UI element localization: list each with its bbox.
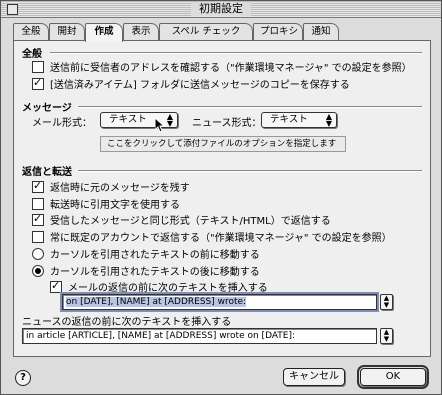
news-insert-label: ニュースの返信の前に次のテキストを挿入する [22, 317, 232, 328]
close-box[interactable] [7, 4, 18, 15]
checkbox[interactable] [32, 212, 44, 226]
option-keep-original[interactable]: 返信時に元のメッセージを残す [32, 179, 190, 194]
checkbox[interactable] [32, 230, 44, 243]
attachment-options-button[interactable]: ここをクリックして添付ファイルのオプションを指定します [100, 136, 346, 152]
tab-notification[interactable]: 通知 [303, 23, 339, 40]
cancel-button[interactable]: キャンセル [283, 368, 345, 386]
help-button[interactable]: ? [15, 370, 31, 386]
news-format-popup[interactable]: テキスト ▲ ▼ [261, 112, 337, 128]
option-label: 常に既定のアカウントで返信する（"作業環境マネージャ" での設定を参照） [50, 233, 392, 244]
radio-cursor-after[interactable]: カーソルを引用されたテキストの後に移動する [32, 263, 260, 278]
option-default-account[interactable]: 常に既定のアカウントで返信する（"作業環境マネージャ" での設定を参照） [32, 229, 392, 244]
checkbox[interactable] [50, 279, 62, 293]
tab-spell-check[interactable]: スペル チェック [159, 23, 253, 40]
tab-compose[interactable]: 作成 [85, 23, 123, 42]
tab-proxy[interactable]: プロキシ [253, 23, 303, 40]
ok-button[interactable]: OK [357, 365, 429, 389]
mail-reply-header-input[interactable]: on [DATE], [NAME] at [ADDRESS] wrote: [60, 292, 379, 312]
option-insert-mail-text[interactable]: メールの返信の前に次のテキストを挿入する [50, 279, 268, 294]
mail-reply-header-menu[interactable]: ▲ ▼ [380, 294, 393, 310]
option-label: 送信前に受信者のアドレスを確認する（"作業環境マネージャ" での設定を参照） [50, 63, 412, 74]
option-label: メールの返信の前に次のテキストを挿入する [68, 283, 268, 294]
news-reply-header-input[interactable]: in article [ARTICLE], [NAME] at [ADDRESS… [22, 328, 377, 344]
option-save-sent-copy[interactable]: [送信済みアイテム] フォルダに送信メッセージのコピーを保存する [32, 76, 350, 91]
mail-reply-header-text: on [DATE], [NAME] at [ADDRESS] wrote: [66, 297, 247, 307]
news-reply-header-text: in article [ARTICLE], [NAME] at [ADDRESS… [26, 331, 296, 341]
message-section-title: メッセージ [22, 103, 72, 114]
popup-arrows-icon: ▲ ▼ [166, 112, 173, 128]
compose-panel: 全般 送信前に受信者のアドレスを確認する（"作業環境マネージャ" での設定を参照… [13, 40, 431, 357]
option-label: [送信済みアイテム] フォルダに送信メッセージのコピーを保存する [50, 80, 350, 91]
checkbox[interactable] [32, 60, 44, 73]
radio-label: カーソルを引用されたテキストの前に移動する [50, 250, 260, 261]
mail-format-label: メール形式： [32, 118, 92, 129]
tab-general[interactable]: 全般 [13, 23, 49, 40]
window-title: 初期設定 [191, 2, 251, 16]
mail-format-popup[interactable]: テキスト ▲ ▼ [100, 112, 178, 128]
checkbox[interactable] [32, 76, 44, 90]
radio-button[interactable] [32, 264, 44, 277]
option-label: 転送時に引用文字を使用する [50, 200, 180, 211]
radio-label: カーソルを引用されたテキストの後に移動する [50, 267, 260, 278]
option-quote-forward[interactable]: 転送時に引用文字を使用する [32, 196, 180, 211]
divider [50, 52, 422, 54]
checkbox[interactable] [32, 197, 44, 210]
news-reply-header-menu[interactable]: ▲ ▼ [380, 328, 393, 344]
radio-cursor-before[interactable]: カーソルを引用されたテキストの前に移動する [32, 246, 260, 261]
divider [78, 170, 422, 172]
mouse-cursor-icon [155, 118, 165, 133]
tab-display[interactable]: 表示 [123, 23, 159, 40]
news-format-value: テキスト [270, 114, 308, 125]
popup-arrows-icon: ▲ ▼ [325, 112, 332, 128]
title-bar[interactable]: 初期設定 [1, 1, 441, 18]
divider [78, 106, 422, 108]
option-same-format[interactable]: 受信したメッセージと同じ形式（テキスト/HTML）で返信する [32, 212, 331, 227]
mail-format-value: テキスト [109, 114, 147, 125]
news-format-label: ニュース形式： [192, 118, 262, 129]
reply-section-title: 返信と転送 [22, 167, 72, 178]
checkbox[interactable] [32, 179, 44, 193]
option-confirm-recipients[interactable]: 送信前に受信者のアドレスを確認する（"作業環境マネージャ" での設定を参照） [32, 59, 412, 74]
option-label: 受信したメッセージと同じ形式（テキスト/HTML）で返信する [50, 216, 331, 227]
general-section-title: 全般 [22, 49, 42, 60]
option-label: 返信時に元のメッセージを残す [50, 183, 190, 194]
tab-open[interactable]: 開封 [49, 23, 85, 40]
radio-button[interactable] [32, 247, 44, 260]
preferences-window: 初期設定 全般 開封 作成 表示 スペル チェック プロキシ 通知 全般 送信前… [0, 0, 442, 395]
